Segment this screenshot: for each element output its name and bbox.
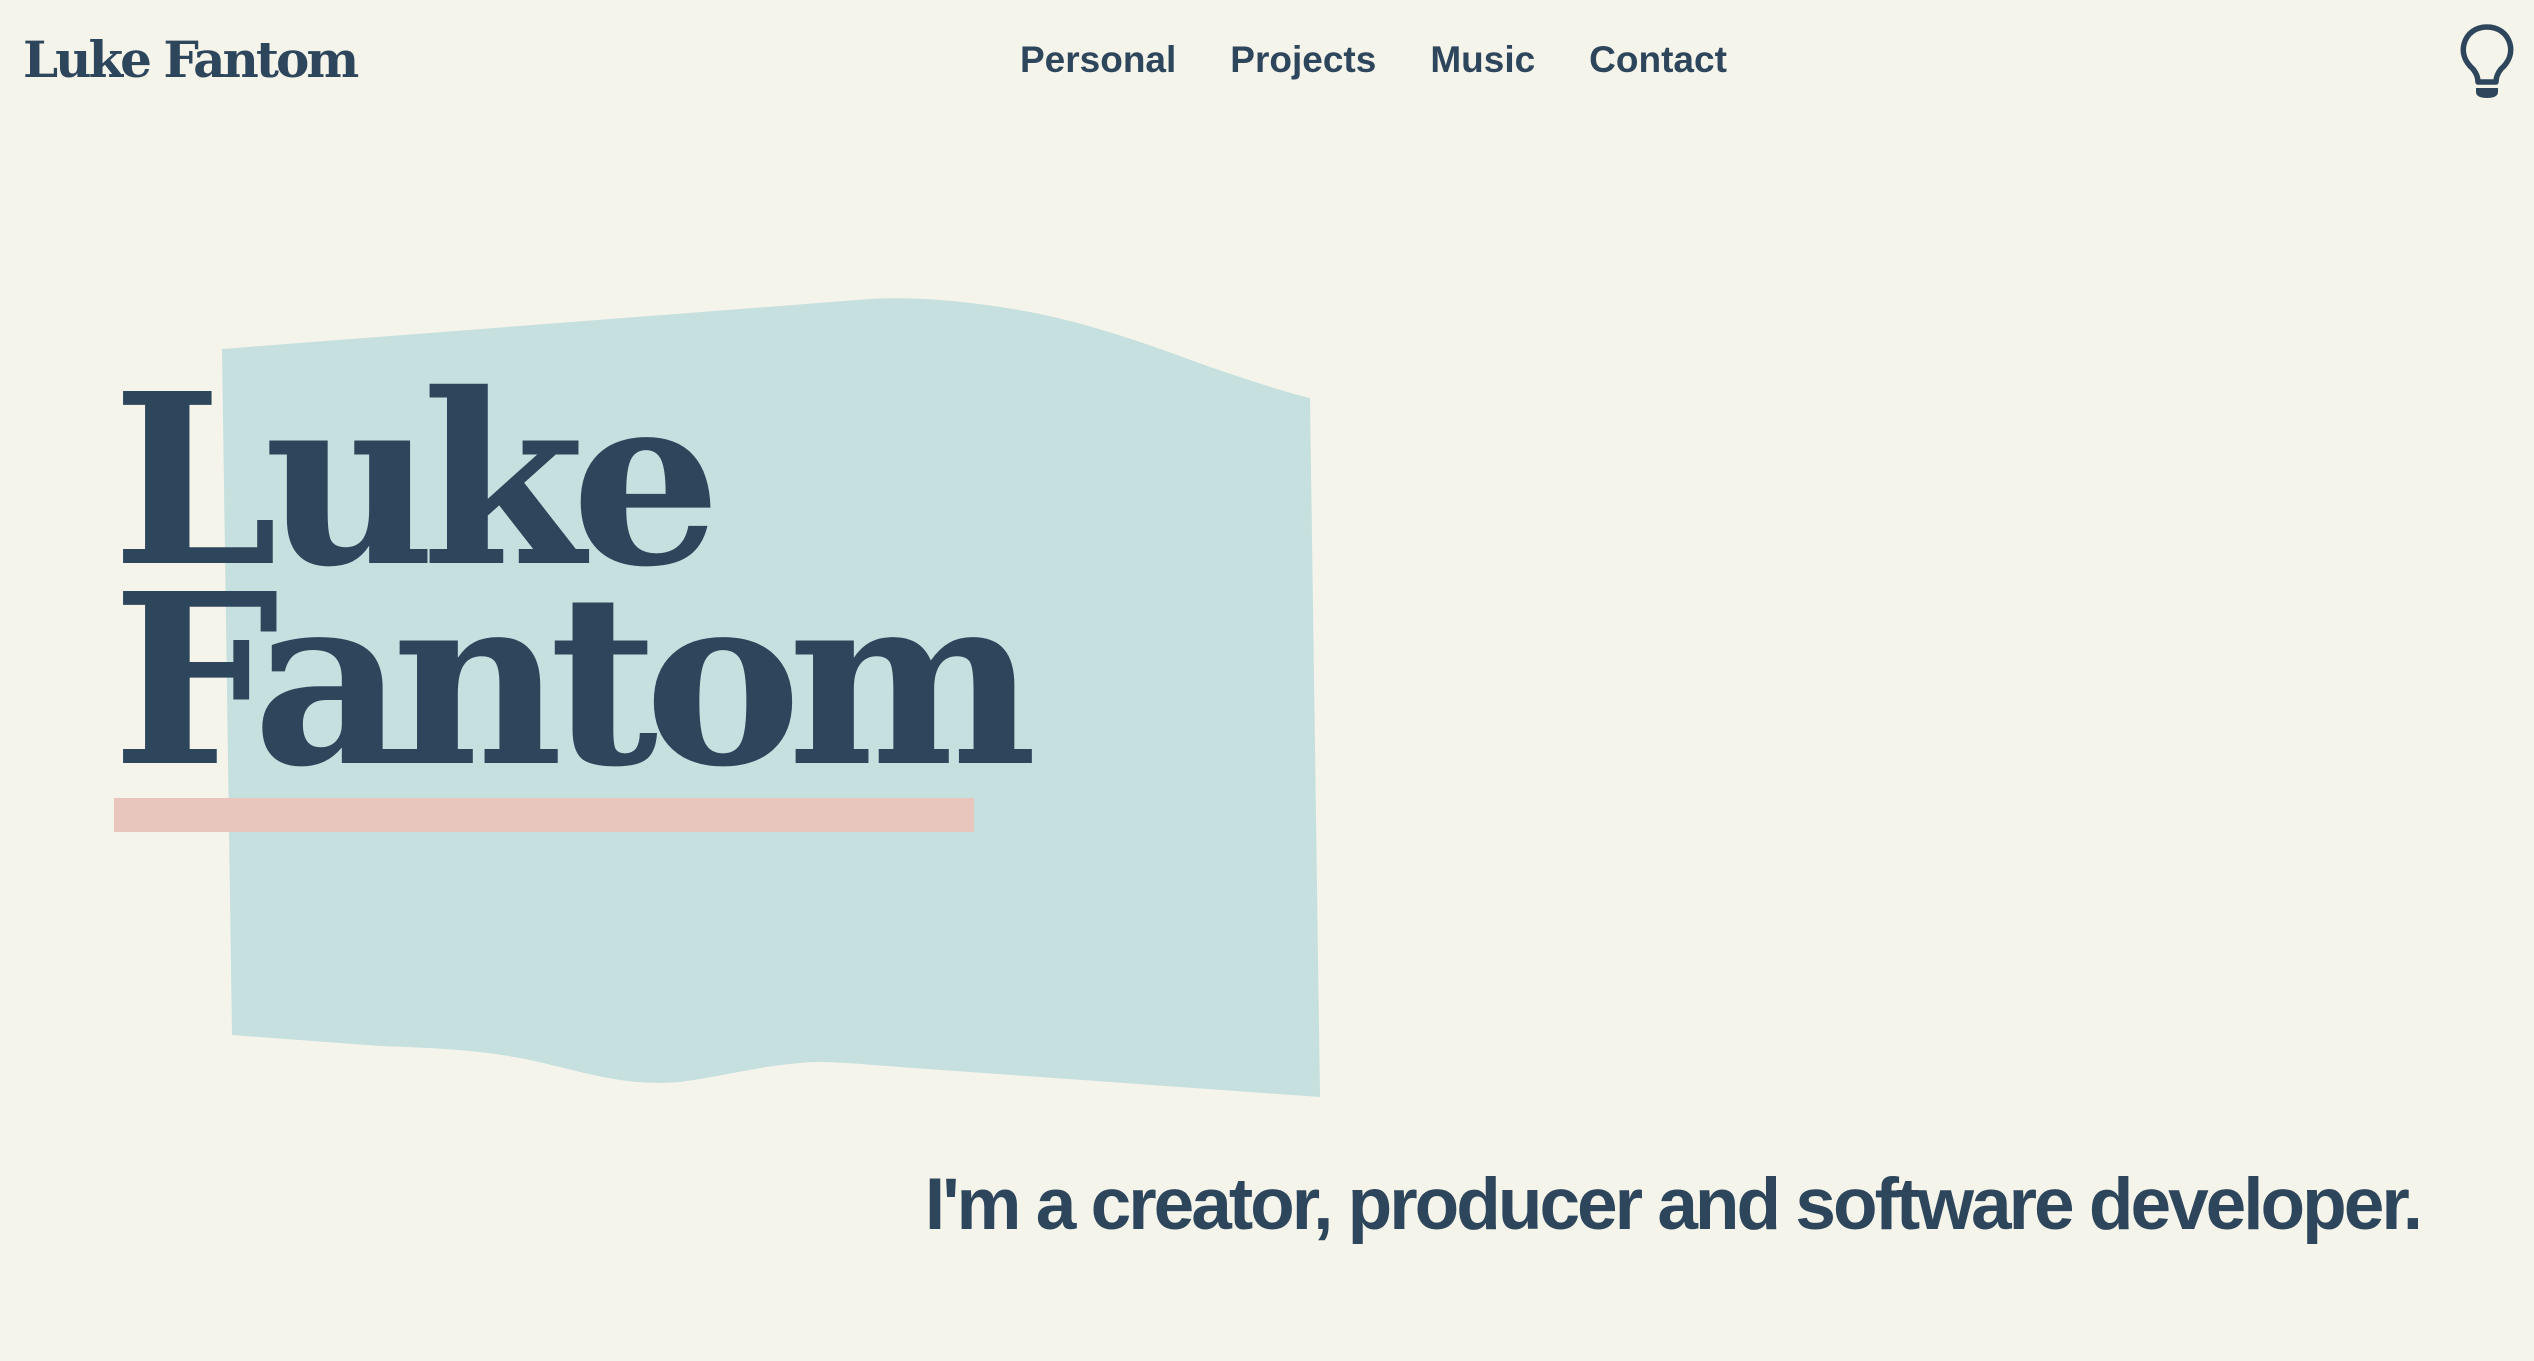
hero-title: Luke Fantom: [112, 362, 1037, 819]
hero-title-last-name: Fantom: [112, 541, 1037, 819]
hero-tagline: I'm a creator, producer and software dev…: [924, 1164, 2423, 1245]
